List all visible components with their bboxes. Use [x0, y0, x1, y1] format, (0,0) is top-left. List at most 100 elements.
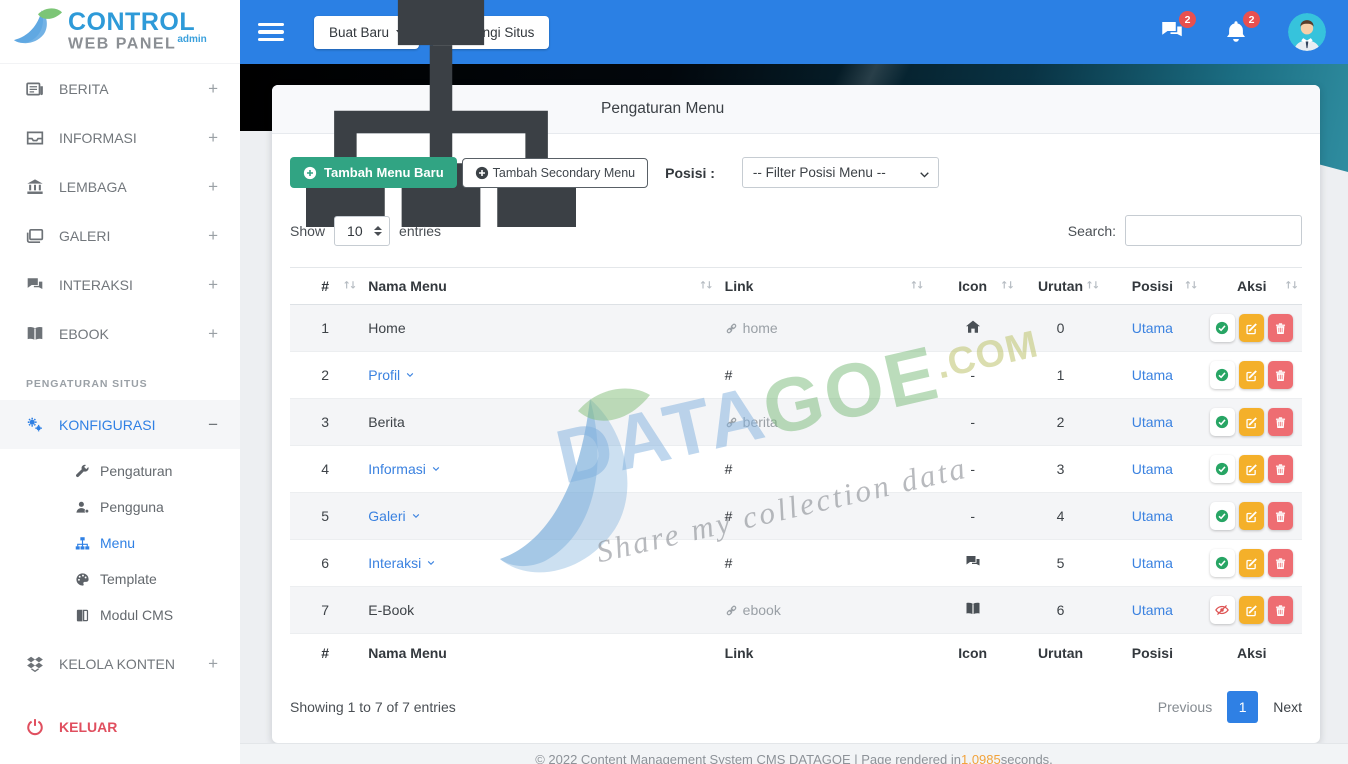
column-header-nama-menu[interactable]: Nama Menu↑↓ — [360, 268, 716, 305]
edit-icon — [1245, 369, 1258, 382]
menu-table: #↑↓Nama Menu↑↓Link↑↓Icon↑↓Urutan↑↓Posisi… — [290, 267, 1302, 672]
menu-name-link[interactable]: Profil — [368, 367, 415, 383]
menu-name-link[interactable]: Galeri — [368, 508, 420, 524]
previous-page-button[interactable]: Previous — [1158, 699, 1212, 715]
menu-link-text: # — [725, 508, 733, 524]
toggle-visibility-button[interactable] — [1210, 596, 1235, 624]
comments-icon — [26, 276, 44, 294]
posisi-link[interactable]: Utama — [1132, 555, 1173, 571]
submenu-item-template[interactable]: Template — [0, 561, 240, 597]
delete-button[interactable] — [1268, 502, 1293, 530]
add-menu-button[interactable]: Tambah Menu Baru — [290, 157, 457, 188]
row-number: 5 — [290, 493, 360, 540]
edit-button[interactable] — [1239, 455, 1264, 483]
card-header: Pengaturan Menu — [272, 85, 1320, 134]
user-avatar[interactable] — [1288, 13, 1326, 51]
urutan-value: 0 — [1018, 305, 1103, 352]
search-input[interactable] — [1125, 215, 1302, 246]
page-1-button[interactable]: 1 — [1227, 691, 1258, 723]
posisi-link[interactable]: Utama — [1132, 367, 1173, 383]
column-header-link[interactable]: Link↑↓ — [717, 268, 928, 305]
edit-button[interactable] — [1239, 408, 1264, 436]
submenu-item-modul-cms[interactable]: Modul CMS — [0, 597, 240, 633]
module-icon — [75, 608, 90, 623]
menu-name-link[interactable]: Informasi — [368, 461, 441, 477]
toggle-visibility-button[interactable] — [1210, 502, 1235, 530]
sort-icon: ↑↓ — [1184, 281, 1197, 292]
next-page-button[interactable]: Next — [1273, 699, 1302, 715]
toggle-visibility-button[interactable] — [1210, 361, 1235, 389]
edit-button[interactable] — [1239, 502, 1264, 530]
submenu-item-pengguna[interactable]: Pengguna — [0, 489, 240, 525]
table-row: 5Galeri#-4Utama — [290, 493, 1302, 540]
column-header-urutan[interactable]: Urutan↑↓ — [1018, 268, 1103, 305]
menu-name-link[interactable]: Interaksi — [368, 555, 436, 571]
app-root: CONTROL WEB PANELadmin BERITA+ INFORMASI +… — [0, 0, 1348, 764]
edit-button[interactable] — [1239, 549, 1264, 577]
column-header-posisi[interactable]: Posisi↑↓ — [1103, 268, 1201, 305]
logout-label: KELUAR — [59, 719, 117, 735]
menu-link-text: # — [725, 367, 733, 383]
sidebar-item-informasi[interactable]: INFORMASI + — [0, 113, 240, 162]
sidebar-item-interaksi[interactable]: INTERAKSI+ — [0, 260, 240, 309]
menu-link-text: ebook — [743, 602, 781, 618]
comments-icon — [965, 554, 981, 570]
posisi-link[interactable]: Utama — [1132, 508, 1173, 524]
eye-slash-icon — [1215, 603, 1230, 618]
edit-button[interactable] — [1239, 361, 1264, 389]
toggle-visibility-button[interactable] — [1210, 455, 1235, 483]
table-row: 3Beritaberita-2Utama — [290, 399, 1302, 446]
sidebar-item-ebook[interactable]: EBOOK+ — [0, 309, 240, 358]
posisi-label: Posisi : — [665, 165, 715, 181]
sidebar-item-label: KELOLA KONTEN — [59, 656, 175, 672]
no-icon-dash: - — [970, 414, 975, 430]
posisi-link[interactable]: Utama — [1132, 414, 1173, 430]
edit-icon — [1245, 557, 1258, 570]
toggle-visibility-button[interactable] — [1210, 549, 1235, 577]
column-header-aksi[interactable]: Aksi↑↓ — [1202, 268, 1302, 305]
page-size-select[interactable]: 10 — [334, 216, 390, 246]
trash-icon — [1274, 463, 1287, 476]
toggle-visibility-button[interactable] — [1210, 314, 1235, 342]
toggle-visibility-button[interactable] — [1210, 408, 1235, 436]
posisi-link[interactable]: Utama — [1132, 320, 1173, 336]
expand-plus-icon: + — [208, 654, 218, 674]
sidebar-item-label: INFORMASI — [59, 130, 137, 146]
sidebar-item-label: LEMBAGA — [59, 179, 127, 195]
delete-button[interactable] — [1268, 361, 1293, 389]
sidebar-item-berita[interactable]: BERITA+ — [0, 64, 240, 113]
delete-button[interactable] — [1268, 408, 1293, 436]
delete-button[interactable] — [1268, 549, 1293, 577]
logout-button[interactable]: KELUAR — [0, 702, 240, 751]
menu-link-text: # — [725, 461, 733, 477]
sidebar-item-kelola-konten[interactable]: KELOLA KONTEN + — [0, 639, 240, 688]
posisi-link[interactable]: Utama — [1132, 602, 1173, 618]
delete-button[interactable] — [1268, 455, 1293, 483]
edit-button[interactable] — [1239, 314, 1264, 342]
delete-button[interactable] — [1268, 596, 1293, 624]
expand-plus-icon: + — [208, 275, 218, 295]
filter-posisi-select[interactable]: -- Filter Posisi Menu -- — [742, 157, 939, 188]
expand-plus-icon: + — [208, 128, 218, 148]
delete-button[interactable] — [1268, 314, 1293, 342]
sidebar-nav: BERITA+INFORMASI+LEMBAGA+GALERI+INTERAKS… — [0, 64, 240, 751]
urutan-value: 6 — [1018, 587, 1103, 634]
edit-button[interactable] — [1239, 596, 1264, 624]
submenu-item-menu[interactable]: Menu — [0, 525, 240, 561]
notifications-bell-icon[interactable]: 2 — [1224, 19, 1250, 45]
submenu-item-pengaturan[interactable]: Pengaturan — [0, 453, 240, 489]
sidebar-item-lembaga[interactable]: LEMBAGA+ — [0, 162, 240, 211]
messages-icon[interactable]: 2 — [1160, 19, 1186, 45]
hamburger-menu-icon[interactable] — [258, 23, 284, 42]
submenu-item-label: Modul CMS — [100, 607, 173, 623]
edit-icon — [1245, 510, 1258, 523]
posisi-link[interactable]: Utama — [1132, 461, 1173, 477]
sidebar-item-konfigurasi[interactable]: KONFIGURASI− — [0, 400, 240, 449]
sidebar-item-galeri[interactable]: GALERI+ — [0, 211, 240, 260]
column-header-icon[interactable]: Icon↑↓ — [928, 268, 1018, 305]
sort-icon: ↑↓ — [1284, 281, 1297, 292]
footer-header-nama-menu: Nama Menu — [360, 634, 716, 673]
column-header-#[interactable]: #↑↓ — [290, 268, 360, 305]
add-secondary-menu-button[interactable]: Tambah Secondary Menu — [462, 158, 648, 188]
app-logo[interactable]: CONTROL WEB PANELadmin — [0, 0, 240, 64]
